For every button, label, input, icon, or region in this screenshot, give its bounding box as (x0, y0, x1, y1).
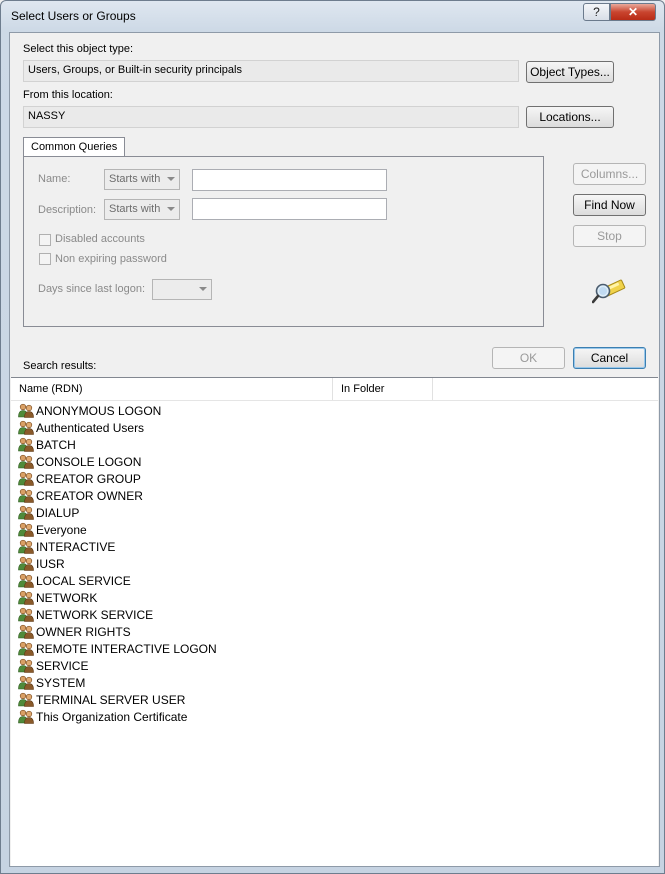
cancel-button[interactable]: Cancel (573, 347, 646, 369)
group-icon (18, 539, 34, 554)
object-types-button[interactable]: Object Types... (526, 61, 614, 83)
description-mode-select[interactable]: Starts with (104, 199, 180, 220)
list-item-label: TERMINAL SERVER USER (36, 692, 186, 707)
list-item-label: SERVICE (36, 658, 89, 673)
non-expiring-password-checkbox[interactable] (39, 253, 51, 265)
list-item-label: OWNER RIGHTS (36, 624, 131, 639)
chevron-down-icon (167, 177, 175, 181)
name-mode-value: Starts with (109, 173, 161, 185)
non-expiring-password-label: Non expiring password (55, 253, 167, 265)
group-icon (18, 556, 34, 571)
list-item[interactable]: SERVICE (18, 657, 88, 674)
list-item[interactable]: TERMINAL SERVER USER (18, 691, 185, 708)
disabled-accounts-checkbox[interactable] (39, 234, 51, 246)
list-item-label: Everyone (36, 522, 87, 537)
list-item[interactable]: LOCAL SERVICE (18, 572, 131, 589)
object-type-label: Select this object type: (23, 43, 134, 55)
list-item[interactable]: SYSTEM (18, 674, 85, 691)
group-icon (18, 471, 34, 486)
list-item[interactable]: DIALUP (18, 504, 79, 521)
group-icon (18, 488, 34, 503)
description-mode-value: Starts with (109, 203, 161, 215)
group-icon (18, 454, 34, 469)
list-item-label: LOCAL SERVICE (36, 573, 131, 588)
list-item-label: DIALUP (36, 505, 80, 520)
object-type-field: Users, Groups, or Built-in security prin… (23, 60, 519, 82)
chevron-down-icon (199, 287, 207, 291)
list-item-label: CREATOR GROUP (36, 471, 141, 486)
group-icon (18, 505, 34, 520)
find-now-button[interactable]: Find Now (573, 194, 646, 216)
columns-button[interactable]: Columns... (573, 163, 646, 185)
list-item-label: Authenticated Users (36, 420, 145, 435)
location-field: NASSY (23, 106, 519, 128)
column-header-name[interactable]: Name (RDN) (11, 378, 333, 400)
list-item-label: SYSTEM (36, 675, 86, 690)
location-label: From this location: (23, 89, 113, 101)
description-input[interactable] (192, 198, 387, 220)
list-item-label: NETWORK SERVICE (36, 607, 154, 622)
disabled-accounts-label: Disabled accounts (55, 233, 145, 245)
list-item-label: ANONYMOUS LOGON (36, 403, 162, 418)
group-icon (18, 658, 34, 673)
group-icon (18, 522, 34, 537)
list-item[interactable]: BATCH (18, 436, 76, 453)
days-since-logon-label: Days since last logon: (38, 283, 145, 295)
list-item[interactable]: Authenticated Users (18, 419, 144, 436)
close-button[interactable]: ✕ (610, 3, 656, 21)
list-item[interactable]: CONSOLE LOGON (18, 453, 141, 470)
locations-button[interactable]: Locations... (526, 106, 614, 128)
list-item[interactable]: This Organization Certificate (18, 708, 187, 725)
list-item-label: NETWORK (36, 590, 98, 605)
window-title: Select Users or Groups (11, 9, 136, 23)
dialog-client-area: Select this object type: Users, Groups, … (9, 32, 660, 867)
list-item-label: REMOTE INTERACTIVE LOGON (36, 641, 217, 656)
list-item[interactable]: NETWORK (18, 589, 97, 606)
list-item-label: BATCH (36, 437, 76, 452)
group-icon (18, 437, 34, 452)
group-icon (18, 403, 34, 418)
list-item-label: This Organization Certificate (36, 709, 188, 724)
days-since-logon-select[interactable] (152, 279, 212, 300)
list-item[interactable]: NETWORK SERVICE (18, 606, 153, 623)
group-icon (18, 709, 34, 724)
list-item-label: CONSOLE LOGON (36, 454, 142, 469)
column-header-in-folder[interactable]: In Folder (333, 378, 433, 400)
list-item[interactable]: ANONYMOUS LOGON (18, 402, 161, 419)
list-item[interactable]: REMOTE INTERACTIVE LOGON (18, 640, 217, 657)
list-item-label: INTERACTIVE (36, 539, 116, 554)
group-icon (18, 607, 34, 622)
search-results-label: Search results: (23, 360, 97, 372)
list-item-label: IUSR (36, 556, 65, 571)
group-icon (18, 624, 34, 639)
list-item[interactable]: INTERACTIVE (18, 538, 115, 555)
stop-button[interactable]: Stop (573, 225, 646, 247)
chevron-down-icon (167, 207, 175, 211)
group-icon (18, 692, 34, 707)
search-icon (592, 279, 626, 304)
dialog-window: Select Users or Groups ? ✕ Select this o… (0, 0, 665, 874)
list-header: Name (RDN) In Folder (11, 378, 658, 401)
group-icon (18, 420, 34, 435)
group-icon (18, 590, 34, 605)
group-icon (18, 675, 34, 690)
list-item[interactable]: OWNER RIGHTS (18, 623, 131, 640)
name-mode-select[interactable]: Starts with (104, 169, 180, 190)
list-item[interactable]: Everyone (18, 521, 87, 538)
group-icon (18, 641, 34, 656)
description-label: Description: (38, 204, 97, 216)
common-queries-panel: Name: Starts with Description: Starts wi… (23, 156, 544, 327)
name-input[interactable] (192, 169, 387, 191)
list-item-label: CREATOR OWNER (36, 488, 143, 503)
group-icon (18, 573, 34, 588)
list-item[interactable]: CREATOR OWNER (18, 487, 143, 504)
tab-common-queries[interactable]: Common Queries (23, 137, 126, 157)
name-label: Name: (38, 173, 71, 185)
list-item[interactable]: CREATOR GROUP (18, 470, 141, 487)
ok-button[interactable]: OK (492, 347, 565, 369)
list-item[interactable]: IUSR (18, 555, 65, 572)
search-results-list[interactable]: Name (RDN) In Folder ANONYMOUS LOGON Auth… (11, 377, 658, 866)
help-button[interactable]: ? (583, 3, 610, 21)
